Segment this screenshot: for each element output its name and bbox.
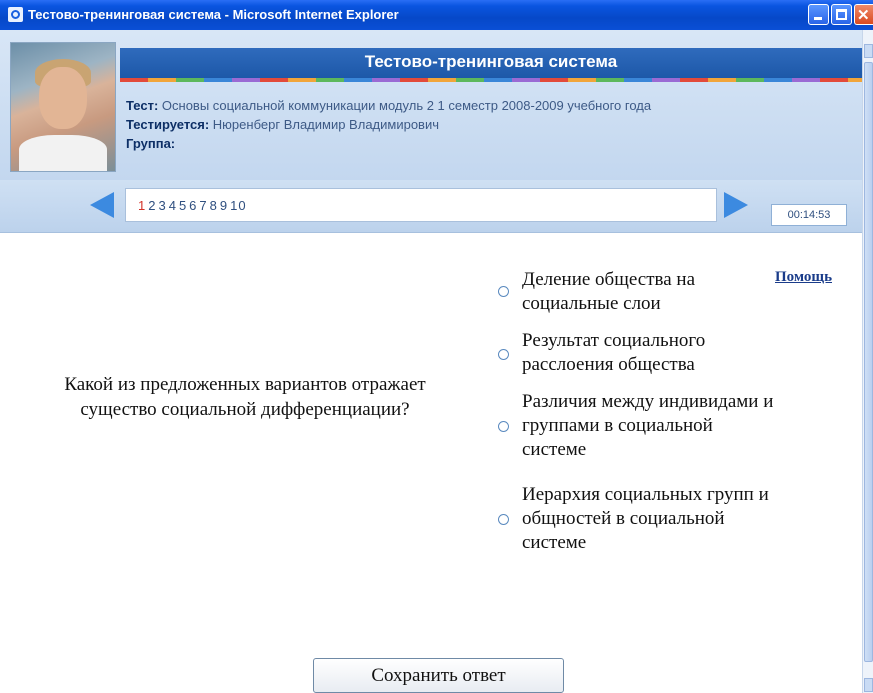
question-number-box: 1 2 3 4 5 6 7 8 9 10 — [125, 188, 717, 222]
question-number-9[interactable]: 9 — [220, 198, 228, 213]
option-line: Деление общества на — [522, 269, 696, 290]
arrow-right-icon[interactable] — [724, 192, 748, 218]
test-line: Тест: Основы социальной коммуникации мод… — [126, 96, 651, 115]
window-title: Тестово-тренинговая система - Microsoft … — [28, 7, 399, 22]
radio-icon[interactable] — [498, 514, 509, 525]
option-line: Результат социального — [522, 330, 706, 351]
test-info: Тест: Основы социальной коммуникации мод… — [126, 96, 651, 153]
question-number-6[interactable]: 6 — [189, 198, 197, 213]
radio-icon[interactable] — [498, 421, 509, 432]
option-line: социальные слои — [522, 293, 661, 314]
tested-value: Нюренберг Владимир Владимирович — [212, 117, 439, 132]
test-label: Тест: — [126, 98, 159, 113]
ie-icon — [8, 7, 23, 22]
question-nav: 1 2 3 4 5 6 7 8 9 10 00:14:53 — [0, 180, 862, 233]
option-text: Иерархия социальных групп и общностей в … — [522, 483, 769, 555]
vertical-scrollbar[interactable] — [862, 30, 873, 693]
close-icon: ✕ — [857, 7, 870, 24]
radio-icon[interactable] — [498, 286, 509, 297]
tested-line: Тестируется: Нюренберг Владимир Владимир… — [126, 115, 651, 134]
option-text: Деление общества на социальные слои — [522, 268, 695, 316]
option-line: общностей в социальной — [522, 508, 725, 529]
option-line: системе — [522, 439, 587, 460]
question-number-1[interactable]: 1 — [138, 198, 146, 213]
close-button[interactable]: ✕ — [854, 4, 873, 25]
option-text: Различия между индивидами и группами в с… — [522, 390, 773, 462]
color-stripes — [120, 78, 862, 82]
question-number-8[interactable]: 8 — [210, 198, 218, 213]
option-line: Иерархия социальных групп и — [522, 484, 769, 505]
question-numbers: 1 2 3 4 5 6 7 8 9 10 — [138, 198, 249, 213]
group-label: Группа: — [126, 136, 176, 151]
group-line: Группа: — [126, 134, 651, 153]
arrow-left-icon[interactable] — [90, 192, 114, 218]
question-number-3[interactable]: 3 — [158, 198, 166, 213]
question-number-7[interactable]: 7 — [199, 198, 207, 213]
save-answer-button[interactable]: Сохранить ответ — [313, 658, 564, 693]
option-line: Различия между индивидами и — [522, 391, 774, 412]
minimize-button[interactable] — [808, 4, 829, 25]
user-photo — [10, 42, 116, 172]
browser-window: Тестово-тренинговая система - Microsoft … — [0, 0, 873, 693]
option-line: системе — [522, 532, 587, 553]
question-number-4[interactable]: 4 — [169, 198, 177, 213]
scroll-thumb[interactable] — [864, 62, 873, 662]
timer: 00:14:53 — [771, 204, 847, 226]
question-number-10[interactable]: 10 — [230, 198, 246, 213]
option-text: Результат социального расслоения обществ… — [522, 329, 705, 377]
scroll-down-button[interactable] — [864, 678, 873, 692]
scroll-up-button[interactable] — [864, 44, 873, 58]
maximize-button[interactable] — [831, 4, 852, 25]
question-number-2[interactable]: 2 — [148, 198, 156, 213]
help-link[interactable]: Помощь — [775, 269, 832, 286]
title-bar: Тестово-тренинговая система - Microsoft … — [0, 0, 873, 30]
question-number-5[interactable]: 5 — [179, 198, 187, 213]
radio-icon[interactable] — [498, 349, 509, 360]
tested-label: Тестируется: — [126, 117, 210, 132]
question-text: Какой из предложенных вариантов отражает… — [64, 374, 426, 420]
option-line: группами в социальной — [522, 415, 713, 436]
header-band: Тестово-тренинговая система — [120, 48, 862, 78]
option-line: расслоения общества — [522, 354, 695, 375]
header-panel: Тестово-тренинговая система Тест: Основы… — [0, 30, 862, 180]
test-value: Основы социальной коммуникации модуль 2 … — [161, 98, 652, 113]
page-title: Тестово-тренинговая система — [364, 52, 618, 71]
